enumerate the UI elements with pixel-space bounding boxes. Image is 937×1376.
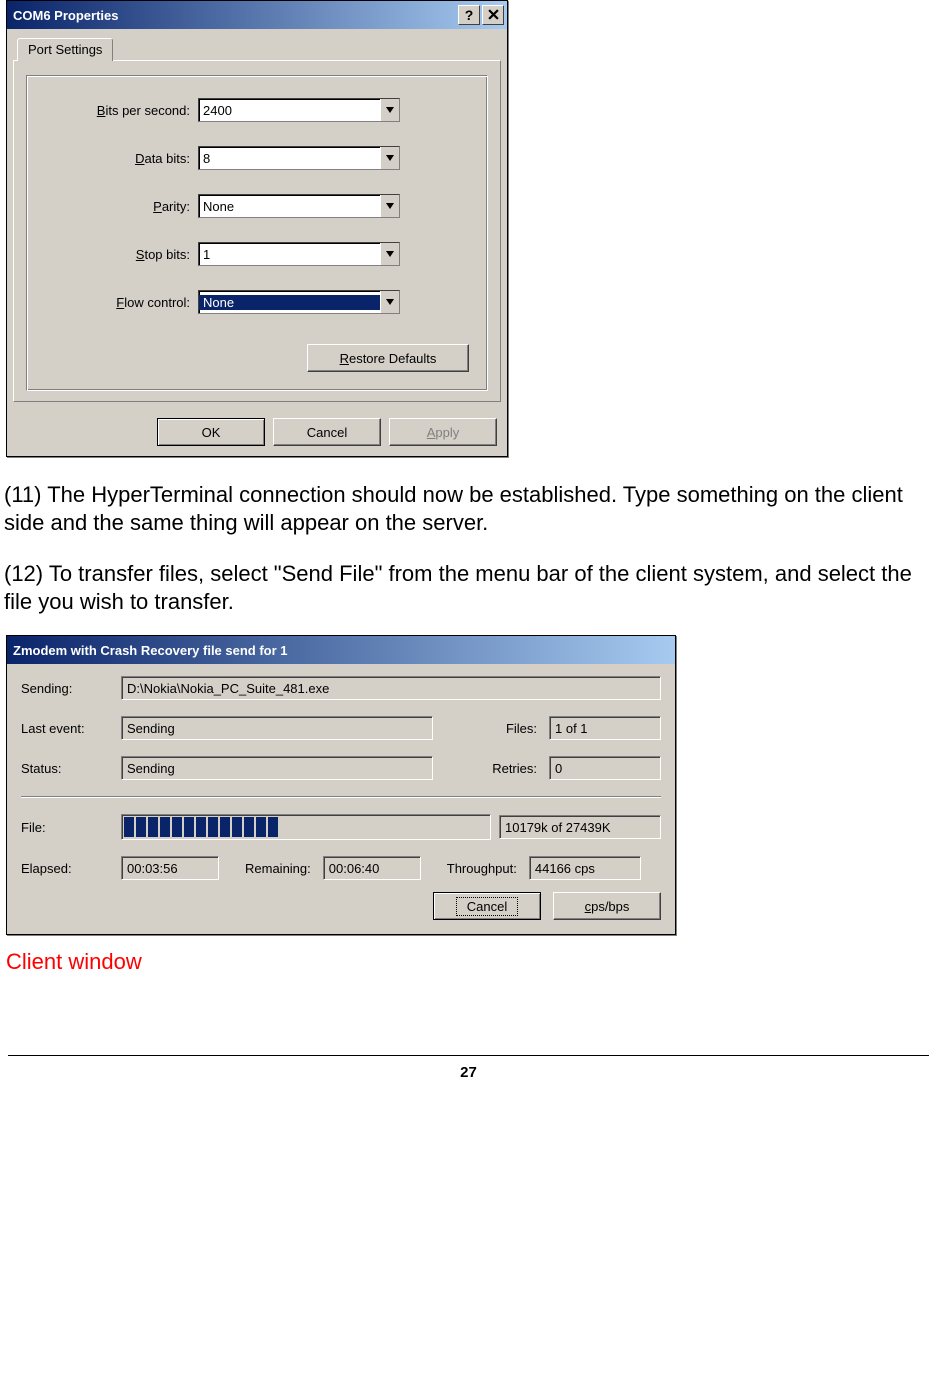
progress-segment xyxy=(208,817,218,837)
divider xyxy=(21,796,661,798)
page-number: 27 xyxy=(0,1064,937,1081)
port-settings-group: Bits per second: 2400 Data bits: 8 Parit… xyxy=(26,75,488,391)
question-icon: ? xyxy=(465,8,474,22)
data-bits-combo[interactable]: 8 xyxy=(198,146,400,170)
sending-label: Sending: xyxy=(21,681,113,696)
remaining-label: Remaining: xyxy=(245,861,315,876)
com6-title: COM6 Properties xyxy=(13,8,118,23)
cancel-button[interactable]: Cancel xyxy=(273,418,381,446)
elapsed-value: 00:03:56 xyxy=(121,856,219,880)
throughput-value: 44166 cps xyxy=(529,856,641,880)
data-bits-label: Data bits: xyxy=(45,151,198,166)
chevron-down-icon[interactable] xyxy=(380,99,399,121)
stop-bits-combo[interactable]: 1 xyxy=(198,242,400,266)
stop-bits-value: 1 xyxy=(199,247,380,262)
status-value: Sending xyxy=(121,756,433,780)
progress-segment xyxy=(268,817,278,837)
throughput-label: Throughput: xyxy=(447,861,521,876)
progress-segment xyxy=(196,817,206,837)
instruction-step-11: (11) The HyperTerminal connection should… xyxy=(4,481,933,536)
parity-combo[interactable]: None xyxy=(198,194,400,218)
zmodem-dialog: Zmodem with Crash Recovery file send for… xyxy=(6,635,676,935)
data-bits-value: 8 xyxy=(199,151,380,166)
last-event-value: Sending xyxy=(121,716,433,740)
file-progress-bar xyxy=(121,814,491,840)
bits-per-second-combo[interactable]: 2400 xyxy=(198,98,400,122)
tab-port-settings-label: Port Settings xyxy=(28,42,102,57)
file-progress-text: 10179k of 27439K xyxy=(499,815,661,839)
chevron-down-icon[interactable] xyxy=(380,291,399,313)
close-icon xyxy=(488,8,499,22)
progress-segment xyxy=(136,817,146,837)
chevron-down-icon[interactable] xyxy=(380,195,399,217)
close-button[interactable] xyxy=(482,5,504,25)
flow-control-label: Flow control: xyxy=(45,295,198,310)
zmodem-titlebar[interactable]: Zmodem with Crash Recovery file send for… xyxy=(7,636,675,664)
apply-button[interactable]: Apply xyxy=(389,418,497,446)
flow-control-value: None xyxy=(199,295,380,310)
progress-segment xyxy=(220,817,230,837)
files-value: 1 of 1 xyxy=(549,716,661,740)
progress-segment xyxy=(232,817,242,837)
help-button[interactable]: ? xyxy=(458,5,480,25)
cps-bps-button[interactable]: cps/bps xyxy=(553,892,661,920)
ok-button[interactable]: OK xyxy=(157,418,265,446)
sending-value: D:\Nokia\Nokia_PC_Suite_481.exe xyxy=(121,676,661,700)
file-label: File: xyxy=(21,820,113,835)
zmodem-title: Zmodem with Crash Recovery file send for… xyxy=(13,643,288,658)
stop-bits-label: Stop bits: xyxy=(45,247,198,262)
status-label: Status: xyxy=(21,761,113,776)
progress-segment xyxy=(256,817,266,837)
port-settings-tab-body: Bits per second: 2400 Data bits: 8 Parit… xyxy=(13,60,501,402)
instruction-step-12: (12) To transfer files, select "Send Fil… xyxy=(4,560,933,615)
tab-port-settings[interactable]: Port Settings xyxy=(17,38,113,61)
client-window-caption: Client window xyxy=(6,949,933,975)
last-event-label: Last event: xyxy=(21,721,113,736)
parity-label: Parity: xyxy=(45,199,198,214)
bits-per-second-value: 2400 xyxy=(199,103,380,118)
elapsed-label: Elapsed: xyxy=(21,861,113,876)
com6-titlebar[interactable]: COM6 Properties ? xyxy=(7,1,507,29)
progress-segment xyxy=(160,817,170,837)
remaining-value: 00:06:40 xyxy=(323,856,421,880)
com6-properties-dialog: COM6 Properties ? Port Settings Bit xyxy=(6,0,508,457)
restore-defaults-button[interactable]: Restore Defaults xyxy=(307,344,469,372)
flow-control-combo[interactable]: None xyxy=(198,290,400,314)
retries-value: 0 xyxy=(549,756,661,780)
chevron-down-icon[interactable] xyxy=(380,243,399,265)
bits-per-second-label: Bits per second: xyxy=(45,103,198,118)
parity-value: None xyxy=(199,199,380,214)
progress-segment xyxy=(184,817,194,837)
progress-segment xyxy=(148,817,158,837)
retries-label: Retries: xyxy=(492,761,541,776)
progress-segment xyxy=(124,817,134,837)
progress-segment xyxy=(172,817,182,837)
zmodem-cancel-button[interactable]: Cancel xyxy=(433,892,541,920)
files-label: Files: xyxy=(506,721,541,736)
chevron-down-icon[interactable] xyxy=(380,147,399,169)
progress-segment xyxy=(244,817,254,837)
footer-rule xyxy=(8,1055,929,1056)
